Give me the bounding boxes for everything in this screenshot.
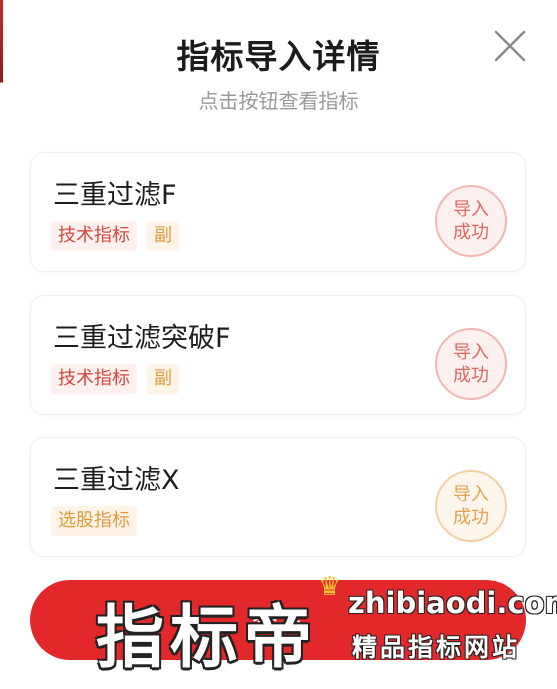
import-details-dialog: 指标导入详情 点击按钮查看指标 三重过滤F 技术指标 副 导入 成功 三重过滤突… <box>0 0 557 689</box>
indicator-card[interactable]: 三重过滤突破F 技术指标 副 导入 成功 <box>30 295 526 415</box>
status-line-2: 成功 <box>453 222 489 243</box>
dialog-subtitle: 点击按钮查看指标 <box>198 89 359 113</box>
dialog-title: 指标导入详情 <box>176 37 381 76</box>
import-status-badge: 导入 成功 <box>435 185 507 257</box>
status-line-1: 导入 <box>453 342 489 363</box>
indicator-tags: 技术指标 副 <box>51 364 179 394</box>
watermark-domain: zhibiaodi.com <box>348 586 557 620</box>
watermark-slogan: 精品指标网站 <box>352 633 521 662</box>
indicator-tags: 技术指标 副 <box>51 221 179 251</box>
status-line-1: 导入 <box>453 484 489 505</box>
indicator-card[interactable]: 三重过滤X 选股指标 导入 成功 <box>30 437 526 557</box>
crown-icon: ♛ <box>318 572 342 602</box>
close-button[interactable] <box>490 26 530 66</box>
status-line-1: 导入 <box>453 199 489 220</box>
import-status-badge: 导入 成功 <box>435 328 507 400</box>
status-line-2: 成功 <box>453 507 489 528</box>
tag-subchart: 副 <box>147 221 179 251</box>
indicator-name: 三重过滤X <box>53 465 180 496</box>
tag-type: 技术指标 <box>51 364 137 394</box>
tag-type: 选股指标 <box>51 506 137 536</box>
import-status-badge: 导入 成功 <box>435 470 507 542</box>
indicator-card[interactable]: 三重过滤F 技术指标 副 导入 成功 <box>30 152 526 272</box>
indicator-name: 三重过滤突破F <box>53 323 231 354</box>
close-icon[interactable] <box>490 26 530 66</box>
status-line-2: 成功 <box>453 365 489 386</box>
watermark-brand: 指标帝 <box>96 599 319 678</box>
indicator-tags: 选股指标 <box>51 506 137 536</box>
tag-type: 技术指标 <box>51 221 137 251</box>
tag-subchart: 副 <box>147 364 179 394</box>
indicator-name: 三重过滤F <box>53 180 177 211</box>
